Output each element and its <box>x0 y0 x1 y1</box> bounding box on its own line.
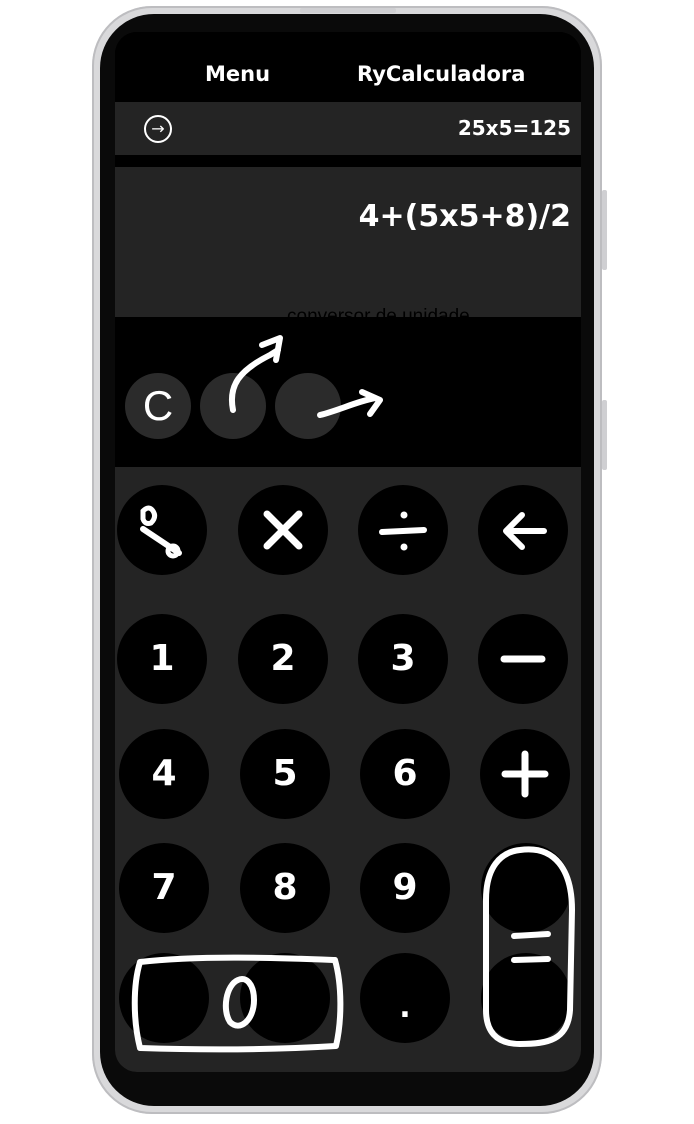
app-screen: Menu RyCalculadora → 25x5=125 4+(5x5+8)/… <box>115 32 581 1072</box>
current-expression: 4+(5x5+8)/2 <box>358 199 571 234</box>
annotation-more-options: mais opções <box>387 363 494 384</box>
multiply-key[interactable] <box>238 485 328 575</box>
multiply-icon <box>263 510 303 550</box>
keypad: 1 2 3 4 5 6 7 8 9 . <box>115 467 581 1072</box>
arrow-left-icon <box>503 512 547 550</box>
minus-key[interactable] <box>478 614 568 704</box>
key-2[interactable]: 2 <box>238 614 328 704</box>
zero-key-left[interactable] <box>119 953 209 1043</box>
equals-key-bottom[interactable] <box>481 953 571 1043</box>
power-button <box>602 400 607 470</box>
key-3[interactable]: 3 <box>358 614 448 704</box>
utility-row: C <box>115 317 581 467</box>
key-7[interactable]: 7 <box>119 843 209 933</box>
annotation-unit-converter: conversor de unidade <box>287 306 470 327</box>
key-8[interactable]: 8 <box>240 843 330 933</box>
minus-icon <box>500 655 546 663</box>
menu-button[interactable]: Menu <box>205 62 270 86</box>
top-speaker <box>300 8 396 13</box>
key-6[interactable]: 6 <box>360 729 450 819</box>
expression-display: 4+(5x5+8)/2 <box>115 167 581 317</box>
key-5[interactable]: 5 <box>240 729 330 819</box>
app-header: Menu RyCalculadora <box>115 32 581 102</box>
app-title: RyCalculadora <box>357 62 526 86</box>
backspace-key[interactable] <box>478 485 568 575</box>
unit-converter-button[interactable] <box>200 373 266 439</box>
divide-icon <box>379 511 427 551</box>
more-options-button[interactable] <box>275 373 341 439</box>
percent-icon <box>140 505 182 559</box>
zero-key-right[interactable] <box>240 953 330 1043</box>
equals-key-top[interactable] <box>481 843 571 933</box>
plus-icon <box>501 750 549 798</box>
key-4[interactable]: 4 <box>119 729 209 819</box>
clear-button[interactable]: C <box>125 373 191 439</box>
arrow-right-circle-icon[interactable]: → <box>144 115 172 143</box>
divide-key[interactable] <box>358 485 448 575</box>
plus-key[interactable] <box>480 729 570 819</box>
percent-key[interactable] <box>117 485 207 575</box>
history-bar: → 25x5=125 <box>115 102 581 155</box>
volume-button <box>602 190 607 270</box>
key-9[interactable]: 9 <box>360 843 450 933</box>
decimal-key[interactable]: . <box>360 953 450 1043</box>
last-calculation: 25x5=125 <box>457 116 571 140</box>
key-1[interactable]: 1 <box>117 614 207 704</box>
